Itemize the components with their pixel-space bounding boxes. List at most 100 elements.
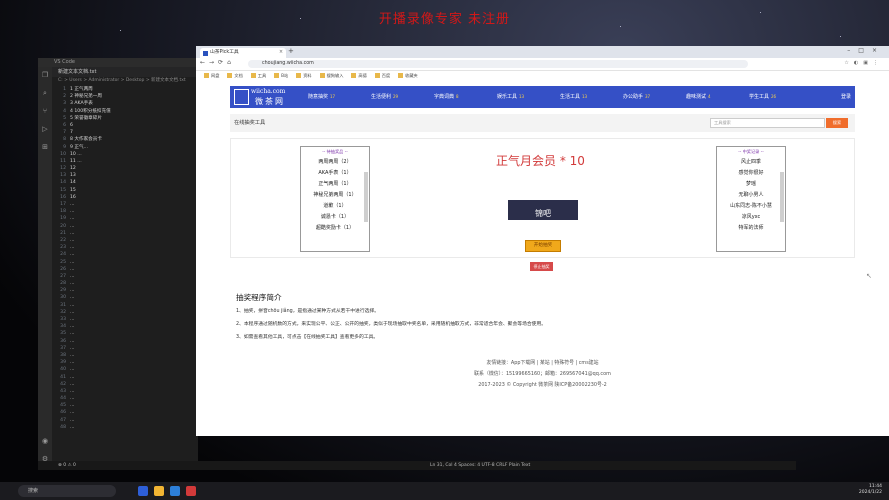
line-number: 14 [60, 180, 66, 186]
editor-status[interactable]: Ln 31, Col 4 Spaces: 4 UTF-8 CRLF Plain … [430, 461, 530, 470]
edge-icon[interactable] [138, 486, 148, 496]
nav-buttons[interactable]: ←→⟳⌂ [200, 59, 235, 66]
list-item[interactable]: 凉风yxc [717, 212, 785, 223]
line-number: 45 [60, 403, 66, 409]
login-link[interactable]: 登录 [841, 93, 851, 100]
problems-status[interactable]: ⊗ 0 ⚠ 0 [58, 461, 76, 470]
code-line: 12 12 [52, 165, 198, 172]
start-draw-button[interactable]: 开始抽奖 [525, 240, 561, 252]
extensions-icon[interactable]: ⊞ [41, 143, 49, 151]
line-number: 47 [60, 417, 66, 423]
logo-domain: wiicha.com [251, 88, 286, 95]
extensions-toolbar[interactable]: ☆◐▣⋮ [844, 60, 883, 66]
editor-content[interactable]: 11 正气两周 2 2 神秘兄弟一周 3 3 AKA手表 4 4 100积分抵扣充值 5 5 荣… [52, 86, 198, 431]
list-item[interactable]: 无聊小男人 [717, 190, 785, 201]
bookmark-icon [351, 73, 357, 78]
list-item[interactable]: 感觉你很好 [717, 168, 785, 179]
line-number: 20 [60, 223, 66, 229]
bookmark-icon [374, 73, 380, 78]
bookmark-label: 资料 [303, 73, 312, 78]
code-line: 47... [52, 417, 198, 424]
nav-item[interactable]: 字典词典 8 [434, 93, 459, 100]
bookmark-item[interactable]: 高德 [351, 73, 367, 78]
code-line: 39... [52, 359, 198, 366]
explorer-icon[interactable]: ❐ [41, 71, 49, 79]
code-line: 35... [52, 330, 198, 337]
clock[interactable]: 11:44 2024/1/22 [846, 484, 882, 496]
list-item[interactable]: 风止四季 [717, 157, 785, 168]
list-item[interactable]: 道歉（1） [301, 201, 369, 212]
scrollbar[interactable] [780, 172, 784, 222]
bookmark-icon [250, 73, 256, 78]
nav-item[interactable]: 生活工具 13 [560, 93, 587, 100]
intro-line: 3、如需查看其他工具，可点击【在线抽奖工具】查看更多的工具。 [236, 335, 379, 340]
taskbar-search-input[interactable]: 搜索 [18, 485, 116, 497]
nav-item-label: 学生工具 [749, 94, 770, 100]
vscode-taskbar-icon[interactable] [170, 486, 180, 496]
browser-tab[interactable]: 山茶Pick工具 × [200, 48, 286, 58]
bookmark-item[interactable]: 文档 [227, 73, 243, 78]
bookmark-item[interactable]: 工具 [250, 73, 266, 78]
stop-draw-button[interactable]: 停止抽奖 [530, 262, 553, 271]
bookmark-item[interactable]: 资料 [296, 73, 312, 78]
bookmark-item[interactable]: B站 [274, 73, 288, 78]
nav-item[interactable]: 办公助手 37 [623, 93, 650, 100]
file-explorer-icon[interactable] [154, 486, 164, 496]
search-icon[interactable]: ⌕ [41, 89, 49, 97]
new-tab-icon[interactable]: + [288, 47, 294, 55]
list-item[interactable]: 超酷奖励卡（1） [301, 223, 369, 234]
recorder-taskbar-icon[interactable] [186, 486, 196, 496]
url-input[interactable]: choujiang.wiicha.com [248, 60, 748, 68]
code-line: 22 神秘兄弟一周 [52, 93, 198, 100]
nav-item[interactable]: 学生工具 26 [749, 93, 776, 100]
scrollbar[interactable] [364, 172, 368, 222]
intro-line: 2、本程序通过随机数的方式，来实现公平、公正、公开的抽奖，类似于现场抽取中奖名单… [236, 322, 547, 327]
code-line: 38... [52, 352, 198, 359]
run-debug-icon[interactable]: ▷ [41, 125, 49, 133]
nav-item[interactable]: 趣味测试 4 [686, 93, 711, 100]
nav-item[interactable]: 生活便利 29 [371, 93, 398, 100]
site-logo[interactable]: wiicha.com 微茶网 [234, 88, 298, 106]
bookmark-item[interactable]: 百度 [374, 73, 390, 78]
footer-links[interactable]: 友情链接：App下载网 | 某站 | 特殊符号 | cms建站 [196, 358, 889, 369]
editor-tab[interactable]: 新建文本文档.txt [52, 67, 198, 77]
code-line: 32... [52, 309, 198, 316]
nav-item-count: 37 [645, 94, 651, 99]
code-line: 27... [52, 273, 198, 280]
list-item[interactable]: AKA手表（1） [301, 168, 369, 179]
bookmark-icon [319, 73, 325, 78]
bookmark-item[interactable]: 收藏夹 [398, 73, 418, 78]
list-item[interactable]: 梦瑶 [717, 179, 785, 190]
tool-search-input[interactable]: 工具搜索 [710, 118, 825, 128]
bookmark-item[interactable]: 搜狗输入 [319, 73, 343, 78]
window-controls[interactable]: –□× [847, 47, 885, 54]
line-number: 1 [63, 87, 66, 92]
line-number: 40 [60, 367, 66, 373]
prize-list[interactable]: -- 待抽奖品 -- 两周两周（2） AKA手表（1） 正气两周（1） 神秘兄弟两周（… [300, 146, 370, 252]
nav-item-label: 随意抽奖 [308, 94, 329, 100]
code-line: 14 14 [52, 179, 198, 186]
list-item[interactable]: 两周两周（2） [301, 157, 369, 168]
vscode-window: VS Code ❐ ⌕ ⑂ ▷ ⊞ ◉ ⚙ 新建文本文档.txt C: > Us… [38, 58, 198, 468]
tool-search-button[interactable]: 搜索 [826, 118, 848, 128]
source-control-icon[interactable]: ⑂ [41, 107, 49, 115]
line-number: 5 [63, 115, 66, 121]
bookmark-item[interactable]: 网盘 [204, 73, 219, 78]
list-item[interactable]: 正气两周（1） [301, 179, 369, 190]
list-item[interactable]: 特军的法师 [717, 223, 785, 234]
nav-item[interactable]: 随意抽奖 17 [308, 93, 335, 100]
bookmark-icon [296, 73, 302, 78]
account-icon[interactable]: ◉ [41, 437, 49, 445]
list-item[interactable]: 山东同志-陈不小慧 [717, 201, 785, 212]
nav-item-count: 8 [456, 94, 459, 99]
winner-list[interactable]: -- 中奖记录 -- 风止四季 感觉你很好 梦瑶 无聊小男人 山东同志-陈不小慧 凉风yx… [716, 146, 786, 252]
close-tab-icon[interactable]: × [279, 48, 283, 58]
site-footer: 友情链接：App下载网 | 某站 | 特殊符号 | cms建站 联系（微信）：1… [196, 358, 889, 391]
nav-item[interactable]: 娱乐工具 13 [497, 93, 524, 100]
line-number: 28 [60, 281, 66, 287]
list-item[interactable]: 神秘兄弟两周（1） [301, 190, 369, 201]
list-item[interactable]: 诚恳卡（1） [301, 212, 369, 223]
code-line: 55 荣誉徽章碎片 [52, 115, 198, 122]
footer-copyright: 2017-2023 © Copyright 微茶网 陕ICP备20002230号… [478, 382, 607, 388]
line-number: 31 [60, 302, 66, 308]
